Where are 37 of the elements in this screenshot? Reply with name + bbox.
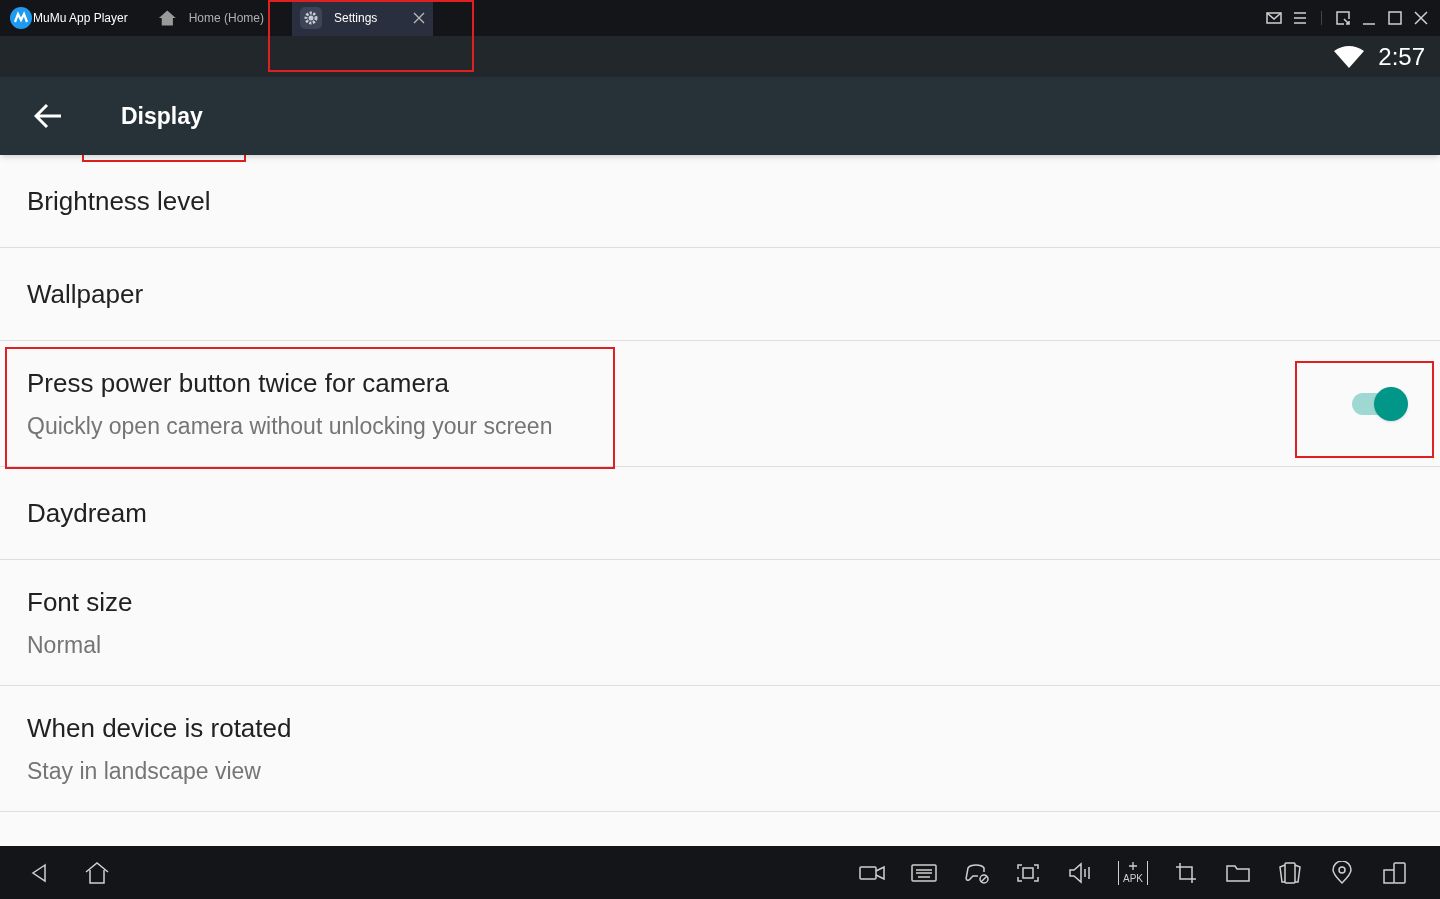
settings-row[interactable]: Press power button twice for camera Quickly open camera without unlocking your screen <box>0 341 1440 467</box>
plus-icon <box>1129 861 1137 870</box>
setting-title: When device is rotated <box>27 711 293 745</box>
back-arrow-icon[interactable] <box>34 103 62 129</box>
gear-icon <box>300 7 322 29</box>
toggle-switch[interactable] <box>1350 385 1408 422</box>
multi-device-icon[interactable] <box>1380 860 1408 885</box>
resize-icon[interactable] <box>1334 10 1352 26</box>
close-icon[interactable] <box>413 12 425 24</box>
settings-row[interactable]: Font size Normal <box>0 560 1440 686</box>
clock-time: 2:57 <box>1378 41 1425 72</box>
wifi-icon <box>1334 44 1365 69</box>
phone-rotate-icon[interactable] <box>1276 860 1304 885</box>
menu-icon[interactable] <box>1291 10 1309 26</box>
home-icon[interactable] <box>84 860 110 885</box>
settings-row[interactable]: When device is rotated Stay in landscape view <box>0 686 1440 812</box>
setting-title: Brightness level <box>27 184 212 218</box>
window-tab[interactable]: Home (Home) <box>150 0 272 36</box>
window-tab[interactable]: Settings <box>292 0 433 36</box>
settings-row[interactable]: Wallpaper <box>0 248 1440 341</box>
page-title: Display <box>121 101 203 131</box>
setting-title: Press power button twice for camera <box>27 366 450 400</box>
setting-summary: Normal <box>27 630 103 660</box>
setting-summary: Quickly open camera without unlocking your screen <box>27 411 554 441</box>
setting-title: Wallpaper <box>27 277 145 311</box>
settings-row[interactable]: Brightness level <box>0 155 1440 248</box>
app-logo-icon <box>10 7 32 29</box>
close-icon[interactable] <box>1412 10 1430 26</box>
settings-row[interactable]: Daydream <box>0 467 1440 560</box>
app-name: MuMu App Player <box>33 10 128 27</box>
mail-icon[interactable] <box>1265 10 1283 26</box>
maximize-icon[interactable] <box>1386 10 1404 26</box>
install-apk-button[interactable]: APK <box>1118 860 1148 885</box>
setting-summary: Stay in landscape view <box>27 756 262 786</box>
setting-title: Font size <box>27 585 134 619</box>
home-icon <box>158 9 177 27</box>
setting-title: Daydream <box>27 496 148 530</box>
